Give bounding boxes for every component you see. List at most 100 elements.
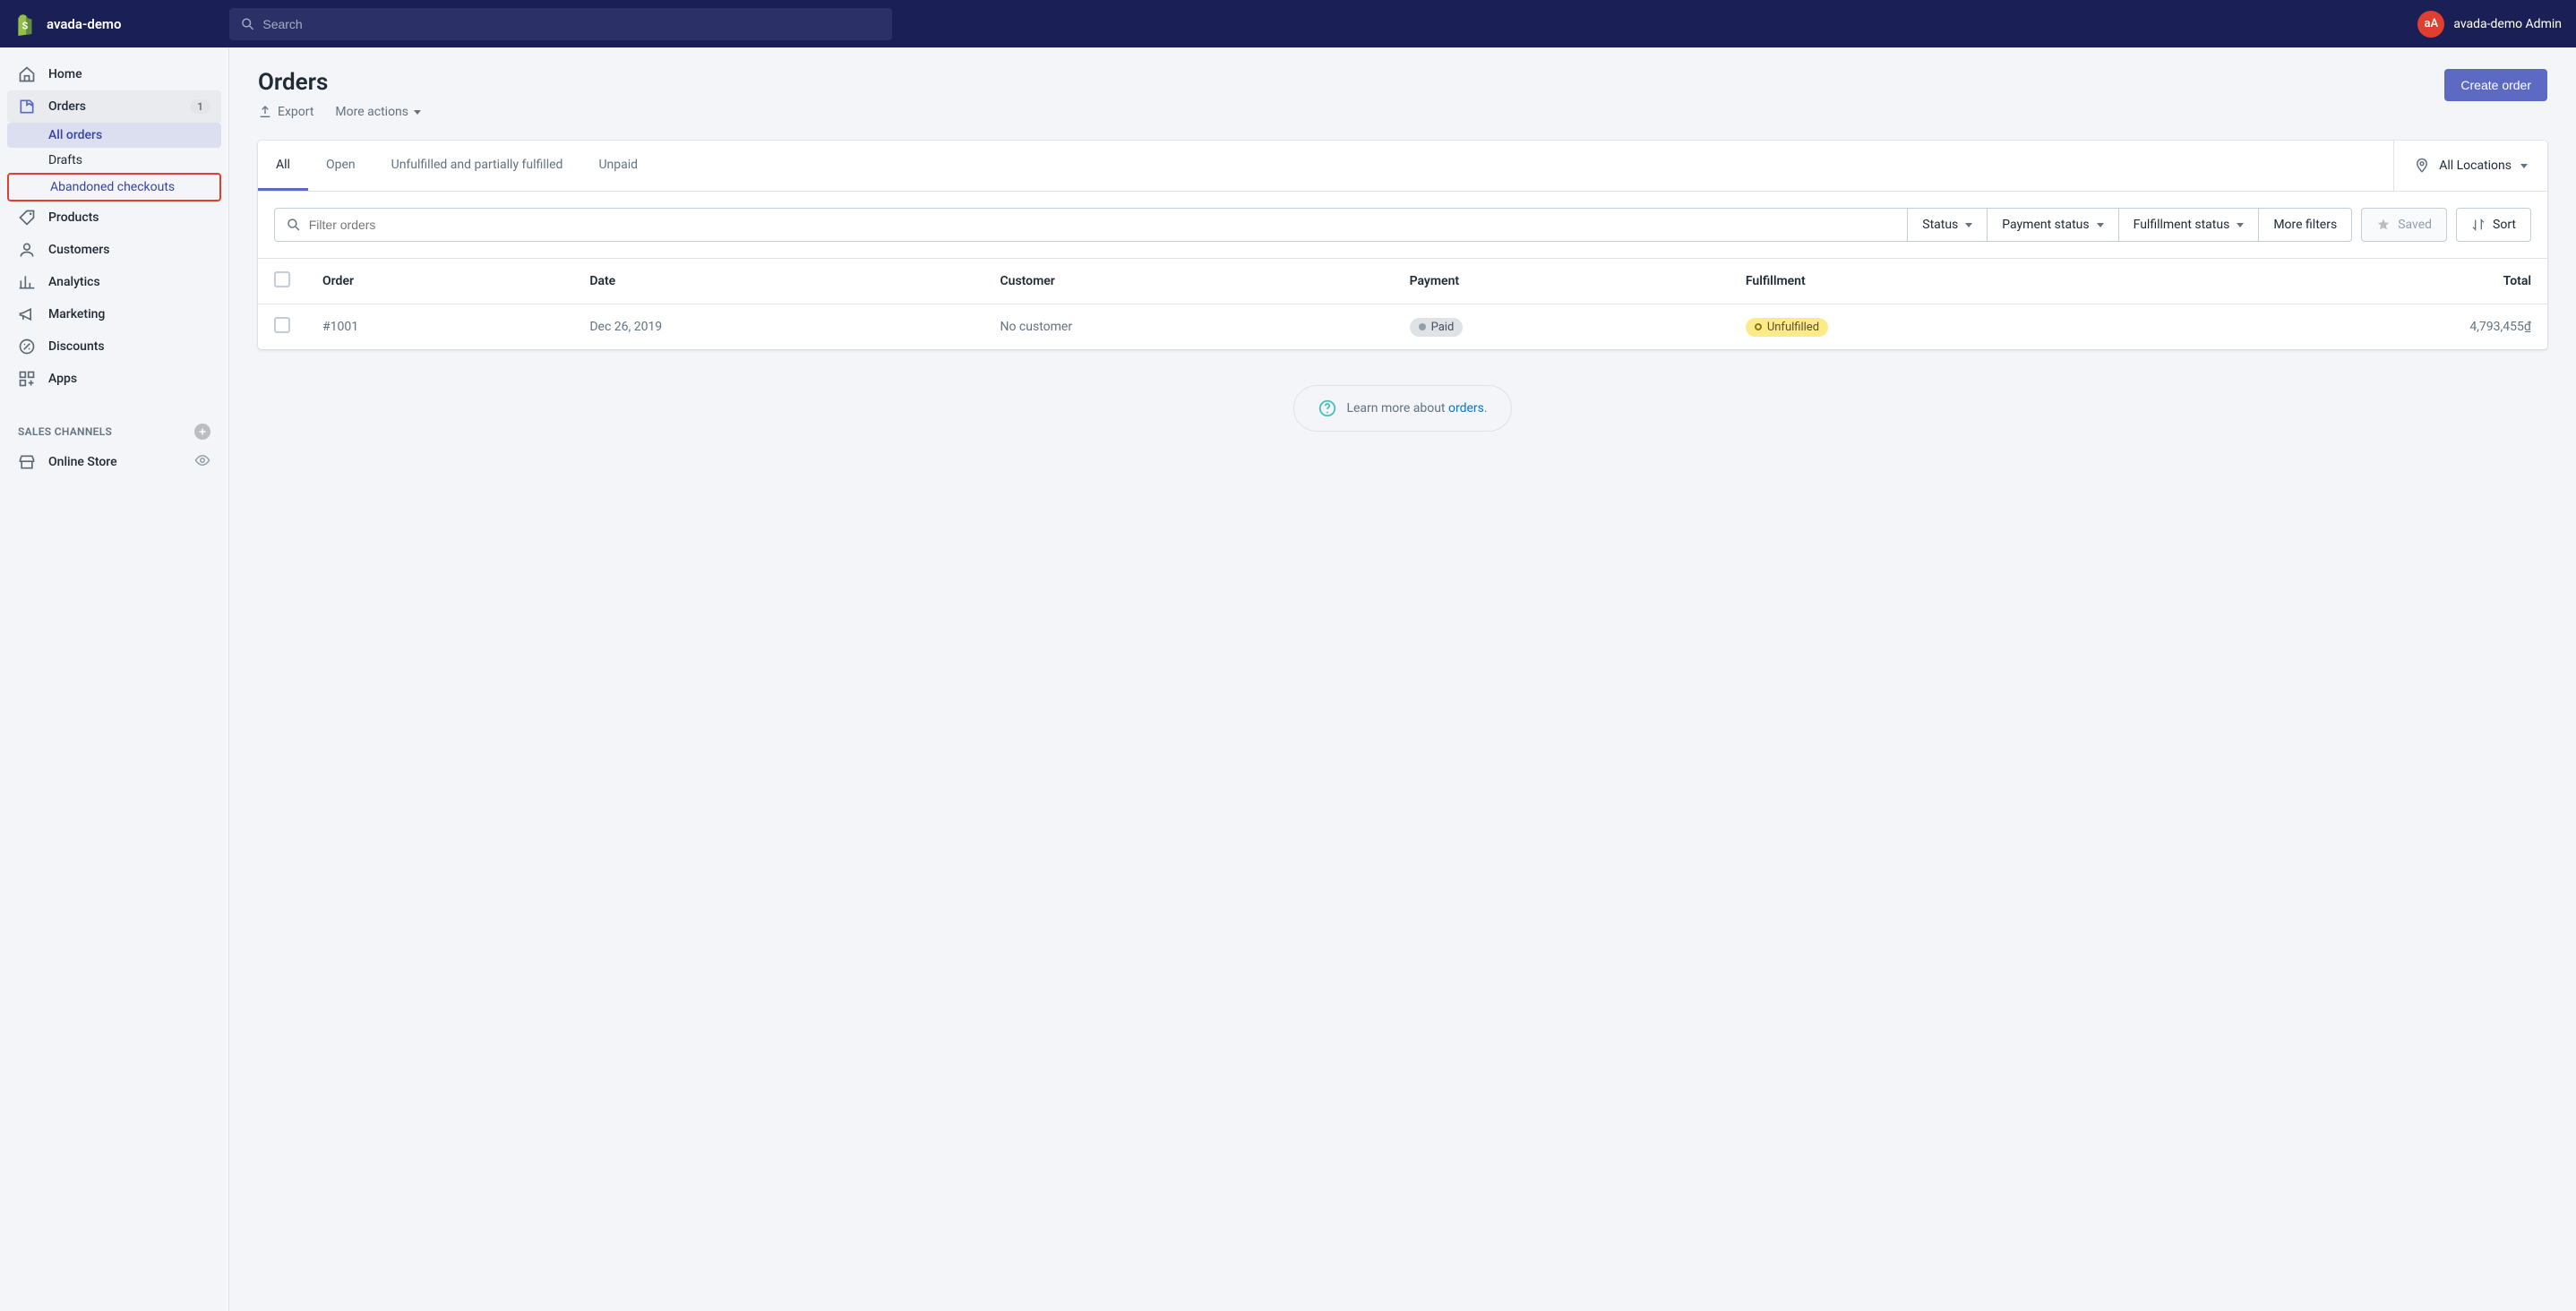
cell-fulfillment: Unfulfilled (1730, 304, 2180, 350)
sidebar-item-label: Analytics (48, 275, 100, 289)
sidebar-item-orders[interactable]: Orders 1 (7, 90, 221, 123)
create-order-button[interactable]: Create order (2444, 69, 2547, 101)
saved-label: Saved (2398, 218, 2432, 232)
plus-icon (197, 426, 208, 437)
col-payment[interactable]: Payment (1394, 259, 1730, 304)
location-pin-icon (2414, 158, 2430, 174)
sidebar-item-discounts[interactable]: Discounts (7, 330, 221, 363)
store-icon (18, 453, 36, 471)
sort-label: Sort (2493, 218, 2516, 232)
orders-count-badge: 1 (190, 99, 210, 114)
export-icon (258, 105, 272, 119)
learn-more-box: Learn more about orders. (1293, 385, 1511, 432)
search-icon (286, 217, 302, 233)
filter-label: Status (1922, 218, 1958, 232)
tab-all[interactable]: All (258, 141, 308, 191)
view-store-button[interactable] (194, 452, 210, 472)
home-icon (18, 65, 36, 83)
tag-icon (18, 209, 36, 227)
location-picker[interactable]: All Locations (2393, 141, 2547, 191)
sidebar-item-label: Online Store (48, 455, 117, 469)
row-checkbox[interactable] (274, 317, 290, 333)
table-row[interactable]: #1001 Dec 26, 2019 No customer Paid (258, 304, 2547, 350)
orders-icon (18, 98, 36, 116)
sidebar-item-apps[interactable]: Apps (7, 363, 221, 395)
more-actions-button[interactable]: More actions (335, 105, 421, 119)
sidebar-item-online-store[interactable]: Online Store (7, 445, 221, 479)
chevron-down-icon (414, 110, 421, 115)
filter-input[interactable] (309, 218, 1897, 232)
learn-suffix: . (1484, 401, 1488, 416)
cell-date: Dec 26, 2019 (573, 304, 983, 350)
sidebar-item-products[interactable]: Products (7, 201, 221, 234)
sales-channels-heading: SALES CHANNELS (7, 424, 221, 445)
col-customer[interactable]: Customer (983, 259, 1393, 304)
sidebar-item-home[interactable]: Home (7, 58, 221, 90)
person-icon (18, 241, 36, 259)
cell-order: #1001 (306, 304, 573, 350)
chevron-down-icon (2520, 164, 2528, 168)
learn-link[interactable]: orders (1448, 401, 1484, 416)
saved-searches-button[interactable]: Saved (2361, 208, 2447, 242)
sidebar-sub-label: All orders (48, 128, 102, 142)
export-button[interactable]: Export (258, 105, 313, 119)
filter-label: Payment status (2002, 218, 2089, 232)
sidebar-item-marketing[interactable]: Marketing (7, 298, 221, 330)
col-total[interactable]: Total (2180, 259, 2547, 304)
tab-open[interactable]: Open (308, 141, 374, 191)
star-icon (2376, 218, 2391, 232)
sort-icon (2471, 218, 2486, 232)
chevron-down-icon (2237, 223, 2244, 227)
order-tabs: All Open Unfulfilled and partially fulfi… (258, 141, 656, 191)
megaphone-icon (18, 305, 36, 323)
topbar: S avada-demo aA avada-demo Admin (0, 0, 2576, 47)
sidebar-sub-label: Abandoned checkouts (50, 180, 175, 194)
filter-fulfillment-status[interactable]: Fulfillment status (2119, 208, 2260, 242)
filter-more-filters[interactable]: More filters (2259, 208, 2352, 242)
store-name: avada-demo (47, 16, 121, 32)
user-menu[interactable]: aA avada-demo Admin (2417, 11, 2562, 38)
global-search[interactable] (229, 8, 892, 40)
add-channel-button[interactable] (194, 424, 210, 440)
sidebar-sub-all-orders[interactable]: All orders (7, 123, 221, 148)
tab-unfulfilled[interactable]: Unfulfilled and partially fulfilled (374, 141, 581, 191)
main-content: Orders Export More actions Create order (229, 47, 2576, 1311)
filter-label: More filters (2273, 218, 2337, 232)
sidebar-item-label: Home (48, 67, 82, 81)
cell-payment: Paid (1394, 304, 1730, 350)
filter-label: Fulfillment status (2134, 218, 2230, 232)
sidebar-item-analytics[interactable]: Analytics (7, 266, 221, 298)
sort-button[interactable]: Sort (2456, 208, 2531, 242)
sidebar-item-label: Discounts (48, 339, 105, 354)
eye-icon (194, 452, 210, 468)
select-all-checkbox[interactable] (274, 271, 290, 287)
filter-payment-status[interactable]: Payment status (1988, 208, 2118, 242)
col-order[interactable]: Order (306, 259, 573, 304)
cell-total: 4,793,455₫ (2180, 304, 2547, 350)
sidebar-sub-label: Drafts (48, 153, 82, 167)
search-icon (240, 16, 255, 32)
tab-unpaid[interactable]: Unpaid (580, 141, 656, 191)
filter-search[interactable] (274, 208, 1908, 242)
filter-status[interactable]: Status (1908, 208, 1988, 242)
cell-customer: No customer (983, 304, 1393, 350)
col-fulfillment[interactable]: Fulfillment (1730, 259, 2180, 304)
sidebar-sub-abandoned-checkouts[interactable]: Abandoned checkouts (7, 173, 221, 201)
store-switcher[interactable]: S avada-demo (14, 13, 229, 36)
search-input[interactable] (262, 17, 881, 31)
sidebar-sub-drafts[interactable]: Drafts (7, 148, 221, 173)
sidebar: Home Orders 1 All orders Drafts Abandone… (0, 47, 229, 1311)
avatar: aA (2417, 11, 2444, 38)
badge-label: Unfulfilled (1767, 321, 1819, 334)
more-actions-label: More actions (335, 105, 408, 119)
section-heading-label: SALES CHANNELS (18, 425, 112, 438)
payment-badge: Paid (1410, 318, 1464, 337)
sidebar-item-customers[interactable]: Customers (7, 234, 221, 266)
page-title: Orders (258, 69, 421, 96)
status-dot-icon (1419, 323, 1426, 330)
status-ring-icon (1755, 323, 1762, 330)
chevron-down-icon (1965, 223, 1972, 227)
col-date[interactable]: Date (573, 259, 983, 304)
learn-prefix: Learn more about (1346, 401, 1448, 416)
fulfillment-badge: Unfulfilled (1746, 318, 1828, 337)
